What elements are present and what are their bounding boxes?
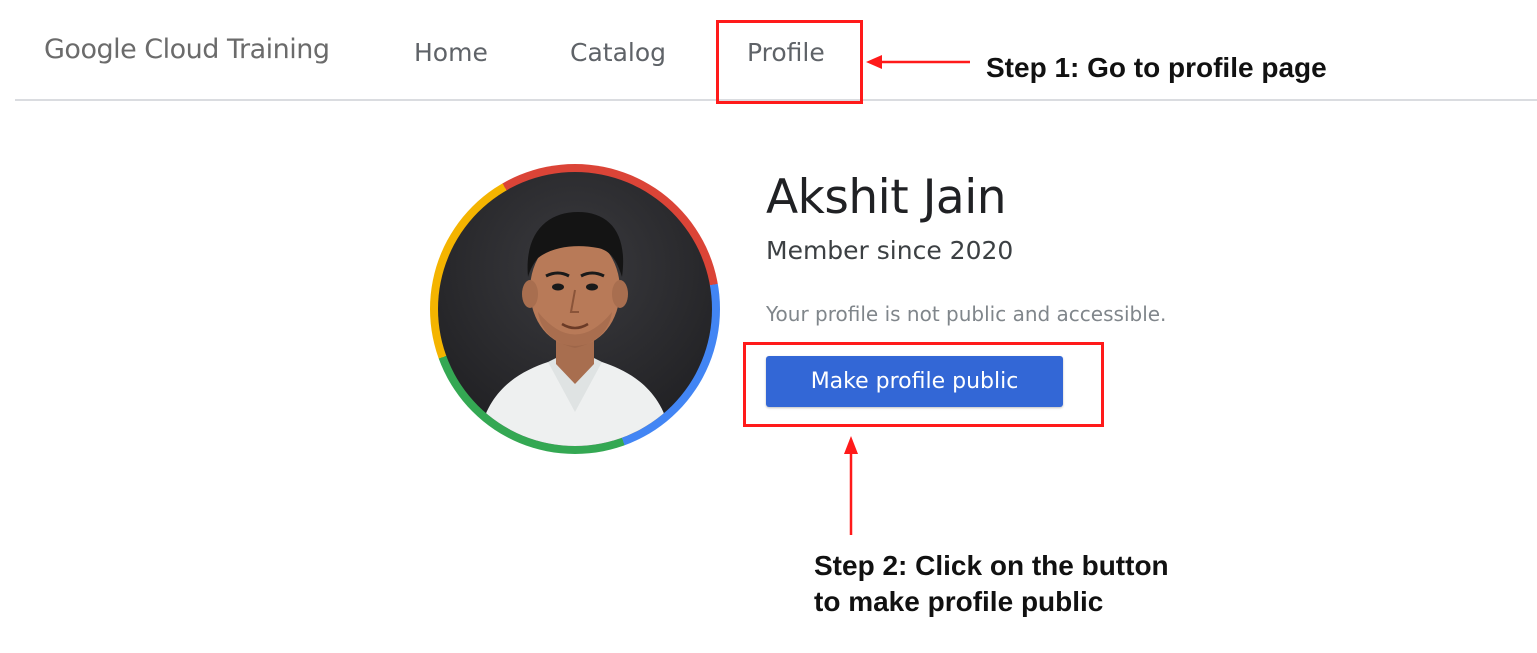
step2-line2: to make profile public [814,586,1104,617]
profile-privacy-note: Your profile is not public and accessibl… [766,302,1167,326]
nav-item-catalog[interactable]: Catalog [570,38,666,67]
member-since-text: Member since 2020 [766,236,1014,265]
profile-name: Akshit Jain [766,170,1007,225]
nav-item-home[interactable]: Home [414,38,488,67]
profile-avatar [430,164,720,454]
person-photo-icon [478,212,672,446]
brand-logo-text[interactable]: Google Cloud Training [44,34,330,65]
avatar-photo [438,172,712,446]
highlight-box-make-public-button [743,342,1104,427]
arrow-step1-icon [866,55,970,69]
arrow-step2-icon [844,436,858,535]
step2-annotation: Step 2: Click on the button to make prof… [814,548,1169,620]
step2-line1: Step 2: Click on the button [814,550,1169,581]
highlight-box-profile-tab [716,20,863,104]
step1-annotation: Step 1: Go to profile page [986,52,1327,83]
